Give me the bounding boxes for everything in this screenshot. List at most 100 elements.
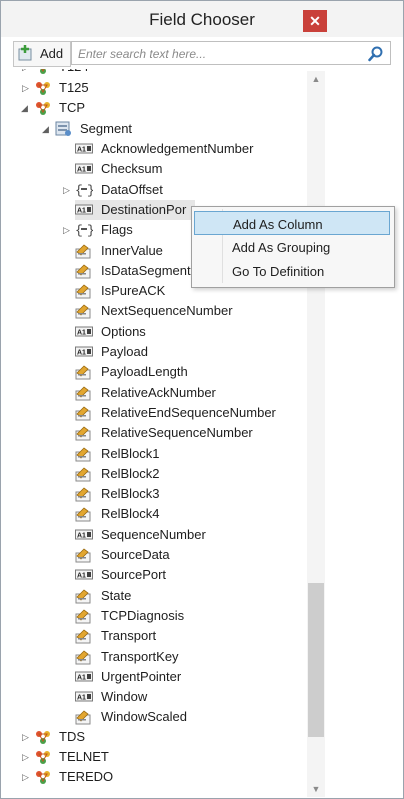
segment-icon: [55, 121, 73, 137]
tree-item-label: RelativeEndSequenceNumber: [101, 405, 276, 420]
tree-field-urgentpointer[interactable]: A1 UrgentPointer: [75, 667, 305, 687]
menu-item-go-to-definition[interactable]: Go To Definition: [194, 259, 390, 283]
tree-item-label: RelBlock3: [101, 486, 160, 501]
tree-item-label: TCPDiagnosis: [101, 608, 185, 623]
field-tree: ▷ T124 ▷ T125 ◢ TCP ◢ Segment A1 AcknowledgementN…: [1, 69, 403, 797]
property-icon: [75, 405, 93, 421]
svg-text:A1: A1: [77, 695, 86, 702]
tree-field-sourceport[interactable]: A1 SourcePort: [75, 565, 305, 585]
tree-node-tds[interactable]: ▷ TDS: [1, 727, 281, 747]
menu-item-add-as-grouping[interactable]: Add As Grouping: [194, 235, 390, 259]
property-icon: [75, 547, 93, 563]
vertical-scrollbar[interactable]: ▲ ▼: [307, 71, 325, 797]
tree-field-relblock1[interactable]: RelBlock1: [75, 444, 305, 464]
tree-field-options[interactable]: A1 Options: [75, 322, 305, 342]
tree-item-label: State: [101, 588, 132, 603]
menu-item-label: Add As Column: [233, 217, 323, 232]
tree-item-label: RelativeSequenceNumber: [101, 425, 253, 440]
menu-item-add-as-column[interactable]: Add As Column: [194, 211, 390, 235]
field-icon: A1: [75, 344, 93, 360]
field-icon: A1: [75, 324, 93, 340]
search-input[interactable]: [76, 44, 360, 64]
svg-text:A1: A1: [77, 350, 86, 357]
tree-field-sourcedata[interactable]: SourceData: [75, 545, 305, 565]
tree-item-label: TCP: [59, 100, 85, 115]
tree-field-transportkey[interactable]: TransportKey: [75, 647, 305, 667]
tree-item-label: TDS: [59, 729, 85, 744]
protocol-icon: [34, 729, 52, 745]
tree-field-windowscaled[interactable]: WindowScaled: [75, 707, 305, 727]
expand-arrow-icon[interactable]: ▷: [22, 752, 32, 762]
struct-icon: {}: [75, 222, 95, 238]
svg-text:A1: A1: [77, 147, 86, 154]
tree-field-relblock2[interactable]: RelBlock2: [75, 464, 305, 484]
tree-item-label: RelBlock1: [101, 446, 160, 461]
property-icon: [75, 588, 93, 604]
scroll-down-arrow-icon[interactable]: ▼: [307, 781, 325, 797]
tree-item-label: Checksum: [101, 161, 163, 176]
tree-item-label: InnerValue: [101, 243, 163, 258]
tree-item-label: WindowScaled: [101, 709, 187, 724]
tree-field-state[interactable]: State: [75, 586, 305, 606]
add-button[interactable]: Add: [13, 41, 71, 67]
tree-field-nextsequencenumber[interactable]: NextSequenceNumber: [75, 301, 305, 321]
struct-icon: {}: [75, 182, 95, 198]
tree-field-relativeacknumber[interactable]: RelativeAckNumber: [75, 383, 305, 403]
protocol-icon: [34, 100, 52, 116]
tree-field-relativeendsequencenumber[interactable]: RelativeEndSequenceNumber: [75, 403, 305, 423]
svg-text:A1: A1: [77, 330, 86, 337]
tree-node-t125[interactable]: ▷ T125: [1, 78, 281, 98]
tree-node-segment[interactable]: ◢ Segment: [1, 119, 281, 139]
property-icon: [75, 364, 93, 380]
property-icon: [75, 425, 93, 441]
menu-item-label: Go To Definition: [232, 264, 325, 279]
expand-arrow-icon[interactable]: ▷: [63, 185, 73, 195]
window-title: Field Chooser: [149, 10, 255, 29]
tree-field-relativesequencenumber[interactable]: RelativeSequenceNumber: [75, 423, 305, 443]
svg-text:}: }: [87, 183, 93, 198]
close-icon: ✕: [309, 13, 321, 29]
tree-node-partial[interactable]: ▷ T124: [1, 69, 281, 77]
property-icon: [75, 709, 93, 725]
tree-field-payloadlength[interactable]: PayloadLength: [75, 362, 305, 382]
scrollbar-thumb[interactable]: [308, 583, 324, 737]
tree-field-dataoffset[interactable]: ▷{} DataOffset: [63, 180, 305, 200]
tree-field-transport[interactable]: Transport: [75, 626, 305, 646]
property-icon: [75, 608, 93, 624]
property-icon: [75, 486, 93, 502]
field-icon: A1: [75, 669, 93, 685]
expand-arrow-icon[interactable]: ▷: [63, 225, 73, 235]
tree-item-label: RelBlock2: [101, 466, 160, 481]
tree-node-telnet[interactable]: ▷ TELNET: [1, 747, 281, 767]
scroll-up-arrow-icon[interactable]: ▲: [307, 71, 325, 87]
toolbar: Add: [9, 39, 395, 67]
field-icon: A1: [75, 527, 93, 543]
tree-field-acknowledgementnumber[interactable]: A1 AcknowledgementNumber: [75, 139, 305, 159]
collapse-arrow-icon[interactable]: ◢: [42, 124, 52, 134]
tree-field-destinationpor[interactable]: A1 DestinationPor: [75, 200, 195, 220]
tree-item-label: T124: [59, 69, 89, 74]
expand-arrow-icon[interactable]: ▷: [22, 732, 32, 742]
tree-field-tcpdiagnosis[interactable]: TCPDiagnosis: [75, 606, 305, 626]
svg-text:}: }: [87, 223, 93, 238]
tree-node-teredo[interactable]: ▷ TEREDO: [1, 767, 281, 787]
tree-field-sequencenumber[interactable]: A1 SequenceNumber: [75, 525, 305, 545]
tree-field-payload[interactable]: A1 Payload: [75, 342, 305, 362]
tree-field-checksum[interactable]: A1 Checksum: [75, 159, 305, 179]
tree-field-window[interactable]: A1 Window: [75, 687, 305, 707]
tree-field-relblock4[interactable]: RelBlock4: [75, 504, 305, 524]
tree-item-label: RelBlock4: [101, 506, 160, 521]
property-icon: [75, 243, 93, 259]
svg-text:A1: A1: [77, 167, 86, 174]
svg-text:{: {: [75, 183, 83, 198]
close-button[interactable]: ✕: [303, 10, 327, 32]
tree-node-tcp[interactable]: ◢ TCP: [1, 98, 281, 118]
expand-arrow-icon[interactable]: ▷: [22, 69, 32, 72]
expand-arrow-icon[interactable]: ▷: [22, 772, 32, 782]
tree-item-label: AcknowledgementNumber: [101, 141, 254, 156]
tree-field-relblock3[interactable]: RelBlock3: [75, 484, 305, 504]
expand-arrow-icon[interactable]: ▷: [22, 83, 32, 93]
collapse-arrow-icon[interactable]: ◢: [21, 103, 31, 113]
search-icon[interactable]: [368, 46, 384, 62]
field-icon: A1: [75, 567, 93, 583]
